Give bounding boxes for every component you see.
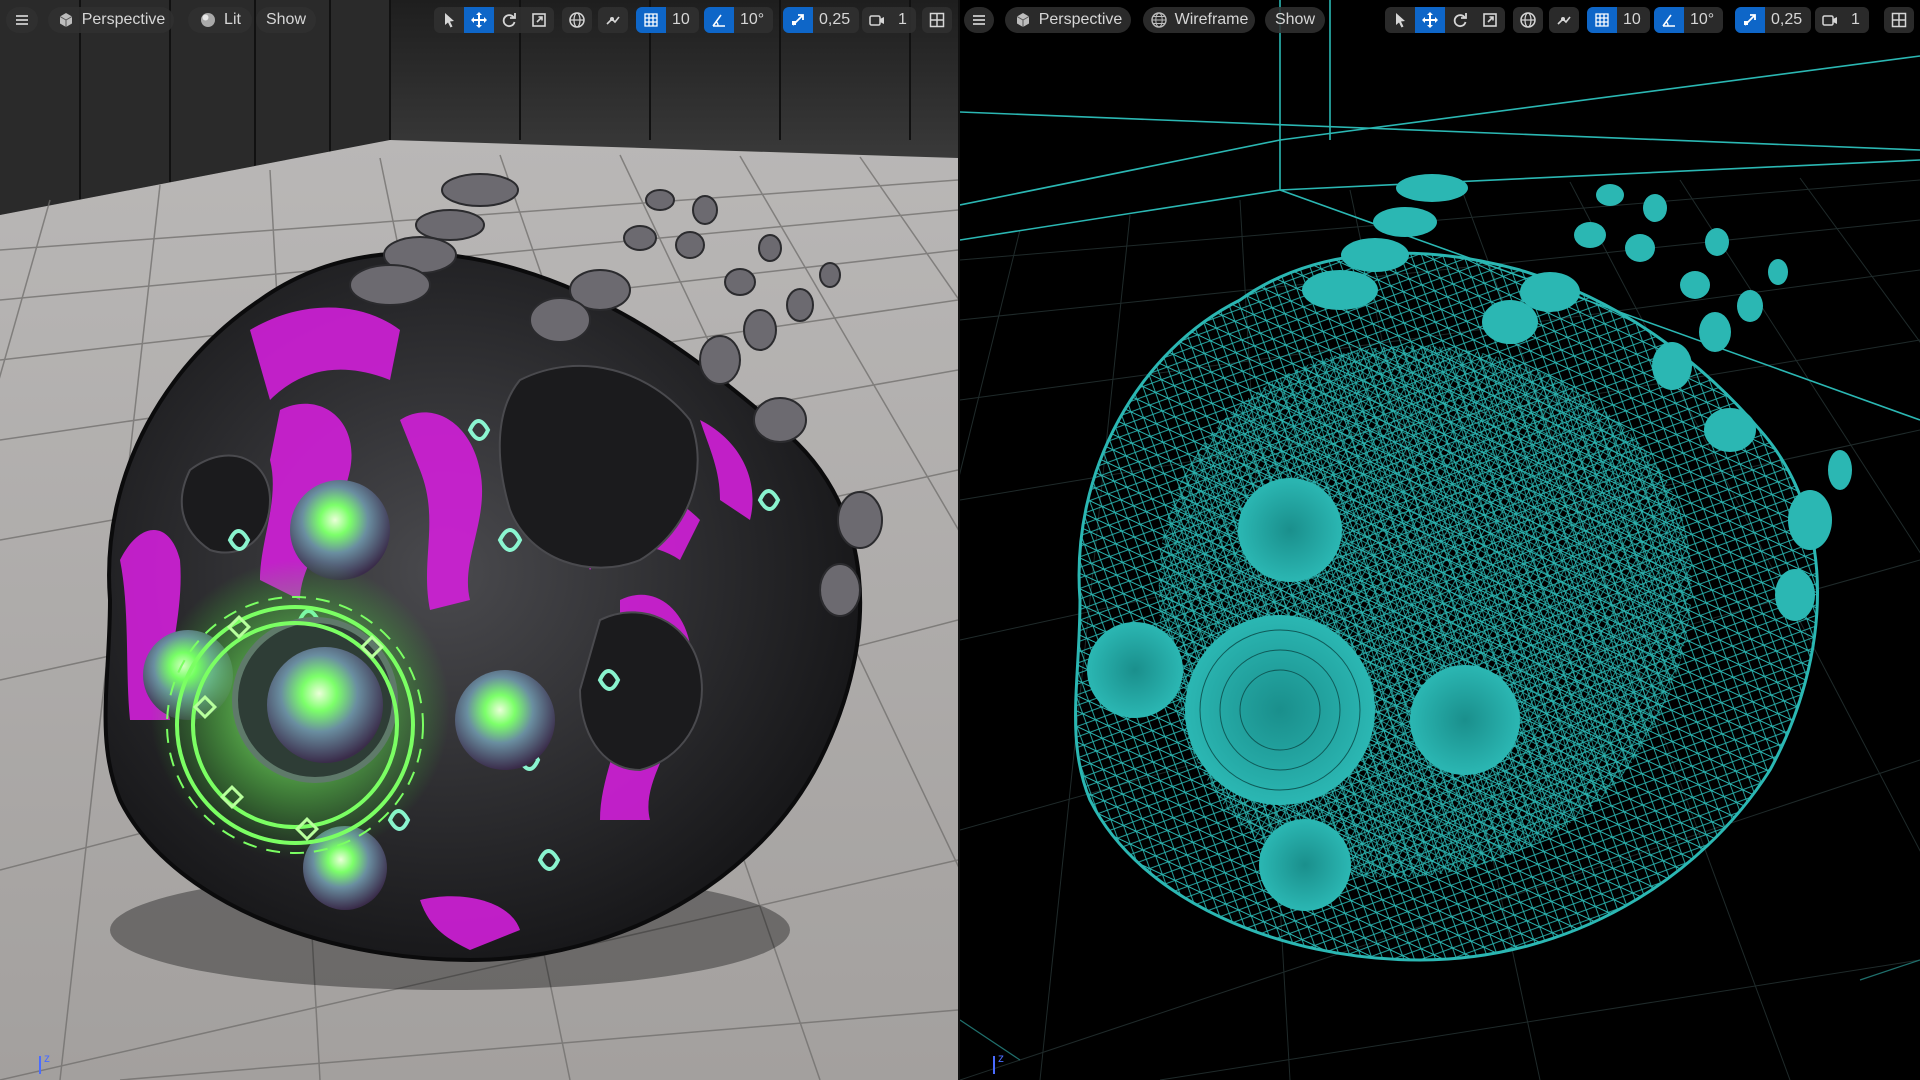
viewport-layout-icon[interactable] — [922, 7, 952, 33]
grid-snap-toggle[interactable]: 10 — [636, 7, 699, 33]
angle-snap-icon — [1654, 7, 1684, 33]
scale-snap-value[interactable]: 0,25 — [1765, 11, 1811, 29]
rotate-icon[interactable] — [1445, 7, 1475, 33]
axis-gizmo-icon: z — [993, 1051, 1004, 1074]
show-label: Show — [1274, 11, 1316, 28]
rotation-snap-toggle[interactable]: 10° — [1654, 7, 1724, 33]
viewport-layout-icon[interactable] — [1884, 7, 1914, 33]
axis-gizmo-icon: z — [39, 1051, 50, 1074]
transform-tools — [1385, 7, 1505, 33]
surface-snap-icon[interactable] — [1549, 7, 1579, 33]
hamburger-menu-icon[interactable] — [6, 7, 38, 33]
grid-snap-value[interactable]: 10 — [1617, 11, 1650, 29]
scale-snap-icon — [1735, 7, 1765, 33]
scale-snap-toggle[interactable]: 0,25 — [783, 7, 860, 33]
camera-icon — [862, 7, 892, 33]
view-mode-label: Perspective — [81, 11, 166, 28]
translate-icon[interactable] — [1415, 7, 1445, 33]
camera-speed-value: 1 — [898, 11, 907, 28]
grid-snap-icon — [636, 7, 666, 33]
rotate-icon[interactable] — [494, 7, 524, 33]
lit-sphere-icon — [199, 11, 217, 29]
perspective-cube-icon — [57, 11, 75, 29]
grid-snap-icon — [1587, 7, 1617, 33]
viewport-toolbar-left: Perspective Lit Show 10 10° 0,25 1 — [0, 0, 958, 40]
scale-snap-value[interactable]: 0,25 — [813, 11, 859, 29]
viewport-wireframe[interactable]: Perspective Wireframe Show 10 10° 0,25 1… — [960, 0, 1920, 1080]
show-button[interactable]: Show — [1265, 7, 1325, 33]
transform-tools — [434, 7, 554, 33]
rotation-snap-value[interactable]: 10° — [1684, 11, 1723, 29]
wireframe-scene-render[interactable] — [960, 0, 1920, 1080]
camera-speed-button[interactable]: 1 — [862, 7, 916, 33]
translate-icon[interactable] — [464, 7, 494, 33]
show-label: Show — [265, 11, 307, 28]
svg-text:z: z — [44, 1051, 50, 1065]
scale-icon[interactable] — [1475, 7, 1505, 33]
surface-snap-icon[interactable] — [598, 7, 628, 33]
grid-snap-toggle[interactable]: 10 — [1587, 7, 1650, 33]
lighting-mode-label: Lit — [224, 11, 241, 28]
viewport-lit[interactable]: Perspective Lit Show 10 10° 0,25 1 z — [0, 0, 958, 1080]
lighting-mode-button[interactable]: Wireframe — [1143, 7, 1255, 33]
perspective-cube-icon — [1014, 11, 1032, 29]
view-mode-label: Perspective — [1038, 11, 1123, 28]
camera-icon — [1815, 7, 1845, 33]
hamburger-menu-icon[interactable] — [964, 7, 994, 33]
svg-text:z: z — [998, 1051, 1004, 1065]
angle-snap-icon — [704, 7, 734, 33]
viewport-toolbar-right: Perspective Wireframe Show 10 10° 0,25 1 — [960, 0, 1920, 40]
lighting-mode-button[interactable]: Lit — [188, 7, 252, 33]
camera-speed-value: 1 — [1851, 11, 1860, 28]
rotation-snap-value[interactable]: 10° — [734, 11, 773, 29]
globe-icon[interactable] — [562, 7, 592, 33]
select-icon[interactable] — [434, 7, 464, 33]
view-mode-button[interactable]: Perspective — [48, 7, 174, 33]
scale-snap-icon — [783, 7, 813, 33]
lit-scene-render[interactable] — [0, 0, 958, 1080]
grid-snap-value[interactable]: 10 — [666, 11, 699, 29]
globe-icon[interactable] — [1513, 7, 1543, 33]
show-button[interactable]: Show — [256, 7, 316, 33]
scale-icon[interactable] — [524, 7, 554, 33]
camera-speed-button[interactable]: 1 — [1815, 7, 1869, 33]
select-icon[interactable] — [1385, 7, 1415, 33]
wireframe-sphere-icon — [1150, 11, 1168, 29]
lighting-mode-label: Wireframe — [1174, 11, 1249, 28]
view-mode-button[interactable]: Perspective — [1005, 7, 1131, 33]
scale-snap-toggle[interactable]: 0,25 — [1735, 7, 1812, 33]
rotation-snap-toggle[interactable]: 10° — [704, 7, 774, 33]
